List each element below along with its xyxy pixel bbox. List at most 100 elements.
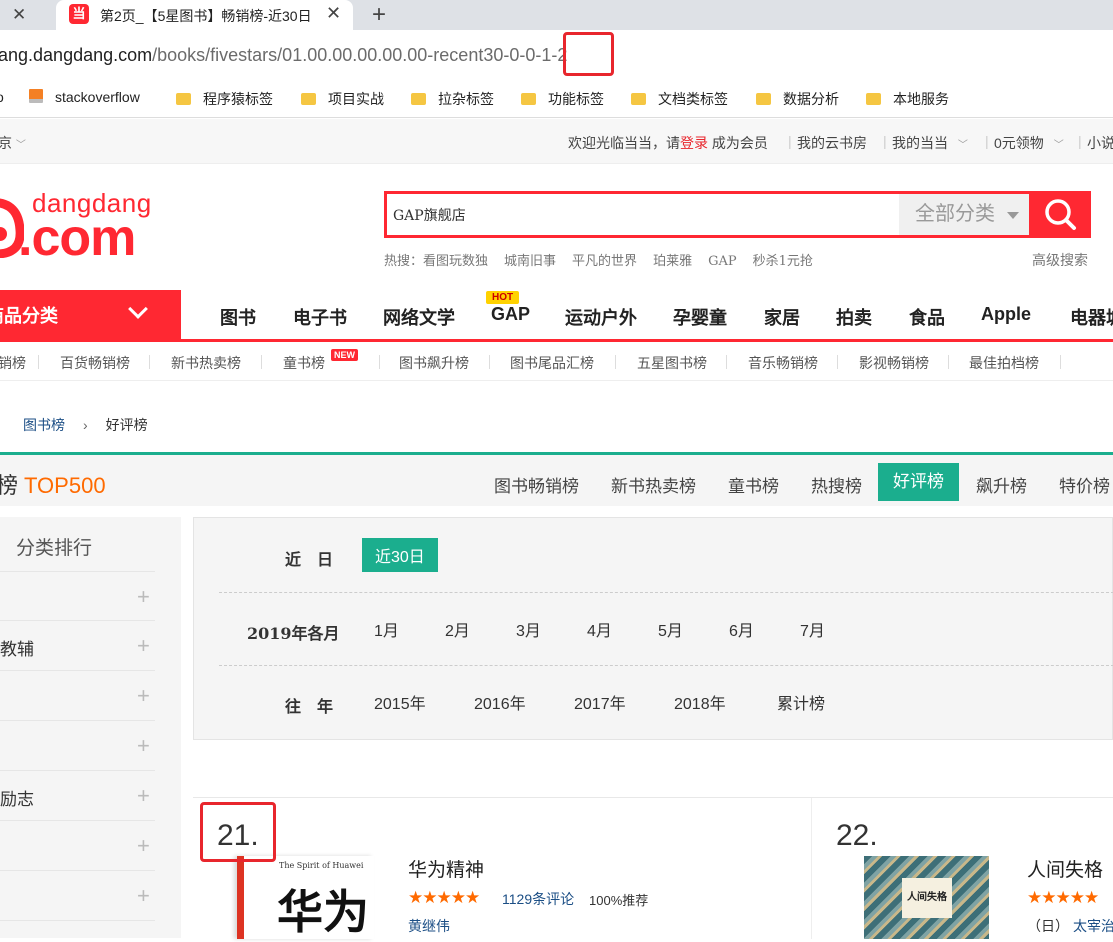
sidebar-item[interactable]: +: [0, 671, 155, 721]
hot-term-link[interactable]: 城南旧事: [504, 254, 556, 269]
filter-option-year[interactable]: 2017年: [574, 690, 626, 714]
sidebar-item[interactable]: +: [0, 871, 155, 921]
filter-option-month[interactable]: 5月: [658, 617, 683, 641]
book-title-link[interactable]: 人间失格: [1027, 855, 1103, 882]
nav-item-ebooks[interactable]: 电子书: [293, 304, 347, 330]
breadcrumb-parent-link[interactable]: 图书榜: [23, 417, 65, 433]
nav-item-apple[interactable]: Apple: [981, 304, 1031, 325]
subnav-item[interactable]: 音乐畅销榜: [748, 353, 818, 373]
subnav-item[interactable]: 图书尾品汇榜: [510, 353, 594, 373]
subnav-item[interactable]: 图书飙升榜: [399, 353, 469, 373]
search-input[interactable]: [393, 194, 893, 235]
logo-domain[interactable]: .com: [18, 208, 136, 268]
subnav-item[interactable]: 童书榜: [283, 353, 325, 373]
review-count-link[interactable]: 1129条评论: [502, 889, 574, 909]
plus-icon[interactable]: +: [137, 683, 150, 709]
nav-item-baby[interactable]: 孕婴童: [673, 304, 727, 330]
book-cover-image[interactable]: 人间失格: [864, 856, 989, 939]
filter-option-year[interactable]: 2018年: [674, 690, 726, 714]
author-link[interactable]: 黄继伟: [408, 916, 450, 936]
bookmark-folder[interactable]: 功能标签: [521, 89, 604, 109]
close-icon[interactable]: ✕: [12, 5, 26, 25]
filter-option-cumulative[interactable]: 累计榜: [777, 690, 825, 714]
nav-item-gap[interactable]: GAP: [491, 304, 530, 325]
sidebar-item[interactable]: +: [0, 821, 155, 871]
hot-term-link[interactable]: 珀莱雅: [653, 254, 692, 269]
tab-top-rated[interactable]: 好评榜: [878, 463, 959, 501]
subnav-item[interactable]: 销榜: [0, 353, 26, 373]
filter-option-month[interactable]: 4月: [587, 617, 612, 641]
nav-item-web-literature[interactable]: 网络文学: [383, 304, 455, 330]
hot-term-link[interactable]: 看图玩数独: [423, 254, 488, 269]
url-text[interactable]: ang.dangdang.com/books/fivestars/01.00.0…: [0, 45, 567, 66]
bookmark-item[interactable]: o: [0, 89, 4, 105]
nav-item-electronics[interactable]: 电器城: [1070, 304, 1113, 330]
plus-icon[interactable]: +: [137, 733, 150, 759]
sidebar-item[interactable]: 教辅 +: [0, 621, 155, 671]
plus-icon[interactable]: +: [137, 883, 150, 909]
filter-option-month[interactable]: 2月: [445, 617, 470, 641]
novel-link[interactable]: 小说: [1087, 133, 1113, 153]
advanced-search-link[interactable]: 高级搜索: [1032, 250, 1088, 270]
tab-hot-search[interactable]: 热搜榜: [811, 472, 862, 497]
bookmark-folder[interactable]: 项目实战: [301, 89, 384, 109]
subnav-item[interactable]: 新书热卖榜: [171, 353, 241, 373]
tab-rising[interactable]: 飙升榜: [976, 472, 1027, 497]
nav-item-books[interactable]: 图书: [220, 304, 256, 330]
location-selector[interactable]: 京 ﹀: [0, 133, 26, 153]
ranking-header: 榜 TOP500 图书畅销榜 新书热卖榜 童书榜 热搜榜 好评榜 飙升榜 特价榜: [0, 452, 1113, 506]
nav-item-food[interactable]: 食品: [909, 304, 945, 330]
search-icon: [1045, 199, 1076, 230]
search-button[interactable]: [1029, 191, 1091, 238]
book-title-link[interactable]: 华为精神: [408, 855, 484, 882]
filter-option-month[interactable]: 6月: [729, 617, 754, 641]
bookmark-folder[interactable]: 程序猿标签: [176, 89, 273, 109]
plus-icon[interactable]: +: [137, 783, 150, 809]
author-link[interactable]: 太宰治: [1073, 916, 1113, 936]
subnav-item[interactable]: 最佳拍档榜: [969, 353, 1039, 373]
hot-term-link[interactable]: GAP: [708, 254, 737, 269]
plus-icon[interactable]: +: [137, 833, 150, 859]
browser-tab[interactable]: 当 第2页_【5星图书】畅销榜-近30日 ✕: [56, 0, 353, 30]
filter-option-recent30[interactable]: 近30日: [362, 538, 438, 572]
filter-option-year[interactable]: 2015年: [374, 690, 426, 714]
close-icon[interactable]: ✕: [326, 3, 341, 24]
subnav-item[interactable]: 五星图书榜: [637, 353, 707, 373]
login-link[interactable]: 登录: [680, 135, 708, 151]
hot-term-link[interactable]: 平凡的世界: [572, 254, 637, 269]
all-categories-button[interactable]: 商品分类: [0, 290, 181, 342]
bookmark-folder[interactable]: 本地服务: [866, 89, 949, 109]
free-gift-menu[interactable]: 0元领物 ﹀: [994, 133, 1064, 153]
book-cover-image[interactable]: The Spirit of Huawei 华为: [237, 856, 374, 939]
register-link[interactable]: 成为会员: [712, 135, 768, 151]
bookmark-folder[interactable]: 文档类标签: [631, 89, 728, 109]
bookmark-folder[interactable]: 拉杂标签: [411, 89, 494, 109]
tab-bestseller[interactable]: 图书畅销榜: [494, 472, 579, 497]
hot-term-link[interactable]: 秒杀1元抢: [753, 254, 813, 269]
filter-option-month[interactable]: 1月: [374, 617, 399, 641]
filter-option-month[interactable]: 3月: [516, 617, 541, 641]
category-select[interactable]: 全部分类: [899, 194, 1029, 235]
subnav-item[interactable]: 百货畅销榜: [60, 353, 130, 373]
tab-children[interactable]: 童书榜: [728, 472, 779, 497]
bookmark-stackoverflow[interactable]: stackoverflow: [29, 89, 140, 105]
filter-option-month[interactable]: 7月: [800, 617, 825, 641]
plus-icon[interactable]: +: [137, 584, 150, 610]
address-bar[interactable]: ang.dangdang.com/books/fivestars/01.00.0…: [0, 30, 1113, 80]
nav-item-auction[interactable]: 拍卖: [836, 304, 872, 330]
topbar-separator: |: [1078, 133, 1082, 149]
sidebar-item[interactable]: 励志 +: [0, 771, 155, 821]
new-tab-icon[interactable]: +: [372, 1, 386, 29]
plus-icon[interactable]: +: [137, 633, 150, 659]
tab-discount[interactable]: 特价榜: [1059, 472, 1110, 497]
filter-option-year[interactable]: 2016年: [474, 690, 526, 714]
sidebar-item[interactable]: +: [0, 721, 155, 771]
my-cloud-bookshelf-link[interactable]: 我的云书房: [797, 133, 867, 153]
nav-item-home[interactable]: 家居: [764, 304, 800, 330]
subnav-item[interactable]: 影视畅销榜: [859, 353, 929, 373]
bookmark-folder[interactable]: 数据分析: [756, 89, 839, 109]
sidebar-item[interactable]: +: [0, 571, 155, 621]
my-dangdang-menu[interactable]: 我的当当 ﹀: [892, 133, 968, 153]
nav-item-outdoor[interactable]: 运动户外: [565, 304, 637, 330]
tab-new-books[interactable]: 新书热卖榜: [611, 472, 696, 497]
